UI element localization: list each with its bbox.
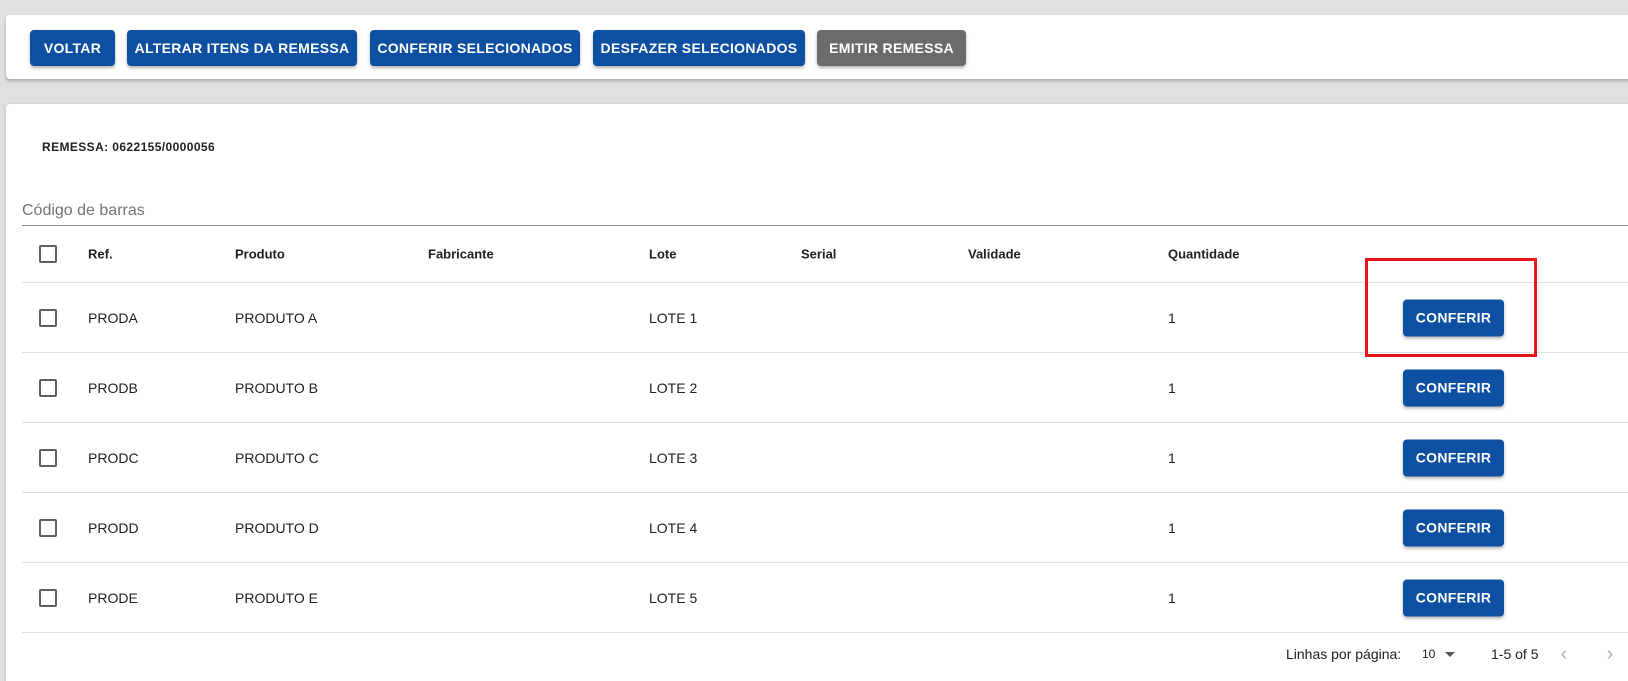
cell-lot: LOTE 2 <box>649 379 698 396</box>
chevron-left-icon[interactable]: ‹ <box>1552 642 1576 666</box>
undo-selected-button[interactable]: DESFAZER SELECIONADOS <box>593 30 805 66</box>
check-selected-button[interactable]: CONFERIR SELECIONADOS <box>370 30 580 66</box>
column-product[interactable]: Produto <box>235 247 285 262</box>
cell-lot: LOTE 5 <box>649 589 698 606</box>
column-quantity[interactable]: Quantidade <box>1168 247 1240 262</box>
rows-per-page-select[interactable]: 10 <box>1422 642 1456 666</box>
table-row: PRODC PRODUTO C LOTE 3 1 CONFERIR <box>22 423 1628 493</box>
cell-ref: PRODB <box>88 379 138 396</box>
cell-product: PRODUTO E <box>235 589 318 606</box>
column-manufacturer[interactable]: Fabricante <box>428 247 494 262</box>
cell-ref: PRODE <box>88 589 138 606</box>
chevron-right-icon[interactable]: › <box>1598 642 1622 666</box>
column-serial[interactable]: Serial <box>801 247 836 262</box>
remessa-card: REMESSA: 0622155/0000056 Ref. Produto Fa… <box>6 104 1628 681</box>
table-row: PRODD PRODUTO D LOTE 4 1 CONFERIR <box>22 493 1628 563</box>
rows-per-page-value: 10 <box>1422 647 1436 661</box>
back-button[interactable]: VOLTAR <box>30 30 115 66</box>
cell-product: PRODUTO A <box>235 309 318 326</box>
column-lot[interactable]: Lote <box>649 247 676 262</box>
cell-quantity: 1 <box>1168 379 1176 396</box>
select-all-checkbox[interactable] <box>39 245 57 263</box>
column-ref[interactable]: Ref. <box>88 247 113 262</box>
cell-quantity: 1 <box>1168 309 1176 326</box>
cell-quantity: 1 <box>1168 519 1176 536</box>
row-checkbox[interactable] <box>39 588 57 607</box>
conferir-button[interactable]: CONFERIR <box>1403 439 1504 476</box>
cell-quantity: 1 <box>1168 589 1176 606</box>
barcode-field[interactable] <box>22 186 1628 226</box>
cell-ref: PRODD <box>88 519 139 536</box>
row-checkbox[interactable] <box>39 308 57 327</box>
cell-lot: LOTE 1 <box>649 309 698 326</box>
rows-per-page-label: Linhas por página: <box>1286 646 1402 662</box>
cell-product: PRODUTO C <box>235 449 319 466</box>
conferir-button[interactable]: CONFERIR <box>1403 369 1504 406</box>
barcode-input[interactable] <box>22 186 1628 225</box>
alter-items-button[interactable]: ALTERAR ITENS DA REMESSA <box>127 30 357 66</box>
toolbar: VOLTAR ALTERAR ITENS DA REMESSA CONFERIR… <box>6 15 1628 79</box>
conferir-button[interactable]: CONFERIR <box>1403 299 1504 336</box>
remessa-label: REMESSA: 0622155/0000056 <box>42 140 216 154</box>
conferir-button[interactable]: CONFERIR <box>1403 579 1504 616</box>
emit-remessa-button[interactable]: EMITIR REMESSA <box>817 30 966 66</box>
table-header: Ref. Produto Fabricante Lote Serial Vali… <box>22 226 1628 283</box>
cell-product: PRODUTO D <box>235 519 319 536</box>
cell-lot: LOTE 3 <box>649 449 698 466</box>
row-checkbox[interactable] <box>39 378 57 397</box>
cell-ref: PRODA <box>88 309 138 326</box>
pagination-range: 1-5 of 5 <box>1491 646 1539 662</box>
table-row: PRODA PRODUTO A LOTE 1 1 CONFERIR <box>22 283 1628 353</box>
table-row: PRODB PRODUTO B LOTE 2 1 CONFERIR <box>22 353 1628 423</box>
cell-quantity: 1 <box>1168 449 1176 466</box>
cell-product: PRODUTO B <box>235 379 318 396</box>
column-validity[interactable]: Validade <box>968 247 1021 262</box>
table-row: PRODE PRODUTO E LOTE 5 1 CONFERIR <box>22 563 1628 633</box>
caret-down-icon <box>1445 651 1456 657</box>
row-checkbox[interactable] <box>39 448 57 467</box>
row-checkbox[interactable] <box>39 518 57 537</box>
conferir-button[interactable]: CONFERIR <box>1403 509 1504 546</box>
cell-lot: LOTE 4 <box>649 519 698 536</box>
cell-ref: PRODC <box>88 449 139 466</box>
